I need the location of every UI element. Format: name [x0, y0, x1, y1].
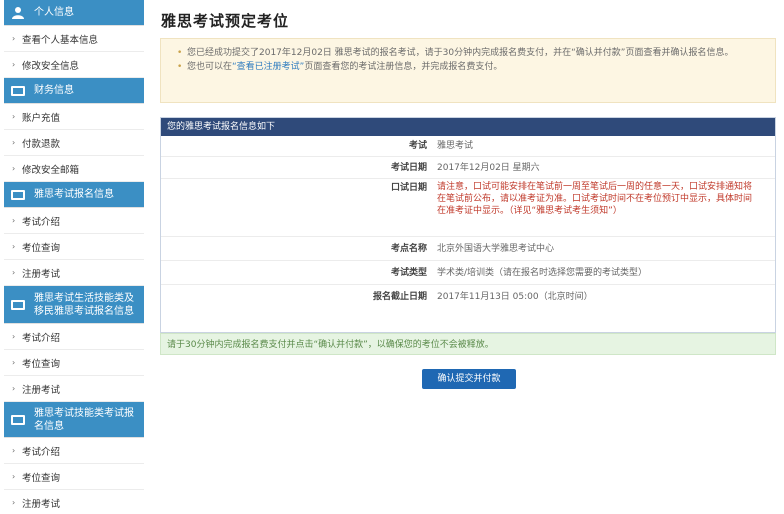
sidebar-section-skills-registration[interactable]: 雅思考试技能类考试报名信息: [4, 402, 144, 438]
section-title: 个人信息: [34, 7, 74, 18]
bullet-icon: ›: [12, 112, 16, 121]
sidebar-item-seat-query[interactable]: › 考位查询: [4, 464, 144, 490]
sidebar-item-view-personal-info[interactable]: › 查看个人基本信息: [4, 26, 144, 52]
sidebar-item-modify-security[interactable]: › 修改安全信息: [4, 52, 144, 78]
bullet-icon: ›: [12, 242, 16, 251]
info-row-test-center: 考点名称 北京外国语大学雅思考试中心: [161, 237, 775, 261]
bullet-icon: ›: [12, 164, 16, 173]
main-content: 雅思考试预定考位 您已经成功提交了2017年12月02日 雅思考试的报名考试，请…: [160, 0, 780, 514]
info-row-deadline: 报名截止日期 2017年11月13日 05:00（北京时间）: [372, 292, 593, 302]
bullet-icon: ›: [12, 446, 16, 455]
section-title: 雅思考试生活技能类及移民雅思考试报名信息: [34, 292, 134, 317]
bullet-icon: ›: [12, 472, 16, 481]
bullet-icon: ›: [12, 332, 16, 341]
info-row-speaking-date: 口试日期 请注意，口试可能安排在笔试前一周至笔试后一周的任意一天，口试安排通知将…: [161, 179, 775, 237]
registration-info-panel: 您的雅思考试报名信息如下 考试 雅思考试 考试日期 2017年12月02日 星期…: [160, 117, 776, 333]
sidebar-item-modify-email[interactable]: › 修改安全邮箱: [4, 156, 144, 182]
card-icon: [10, 413, 26, 427]
section-title: 雅思考试报名信息: [34, 189, 114, 200]
bullet-icon: ›: [12, 358, 16, 367]
card-icon: [10, 84, 26, 98]
confirm-and-pay-button[interactable]: 确认提交并付款: [422, 369, 516, 389]
sidebar-section-life-skills-registration[interactable]: 雅思考试生活技能类及移民雅思考试报名信息: [4, 286, 144, 324]
sidebar-item-seat-query[interactable]: › 考位查询: [4, 350, 144, 376]
bullet-icon: ›: [12, 34, 16, 43]
sidebar-item-recharge[interactable]: › 账户充值: [4, 104, 144, 130]
info-row-exam-type: 考试类型 学术类/培训类（请在报名时选择您需要的考试类型）: [161, 261, 775, 285]
user-icon: [10, 6, 26, 20]
sidebar-item-exam-intro[interactable]: › 考试介绍: [4, 324, 144, 350]
sidebar-section-finance[interactable]: 财务信息: [4, 78, 144, 104]
sidebar-item-refund[interactable]: › 付款退款: [4, 130, 144, 156]
view-registered-exams-link[interactable]: “查看已注册考试”: [232, 62, 304, 72]
sidebar-item-register-exam[interactable]: › 注册考试: [4, 376, 144, 402]
sidebar-item-exam-intro[interactable]: › 考试介绍: [4, 208, 144, 234]
page-title: 雅思考试预定考位: [161, 12, 290, 30]
panel-heading: 您的雅思考试报名信息如下: [161, 118, 775, 136]
bullet-icon: ›: [12, 60, 16, 69]
sidebar-item-seat-query[interactable]: › 考位查询: [4, 234, 144, 260]
sidebar: 个人信息 › 查看个人基本信息 › 修改安全信息 财务信息 › 账户充值 › 付款退款 …: [4, 0, 144, 514]
sidebar-section-personal-info[interactable]: 个人信息: [4, 0, 144, 26]
info-row-exam: 考试 雅思考试: [161, 136, 775, 157]
sidebar-item-exam-intro[interactable]: › 考试介绍: [4, 438, 144, 464]
sidebar-section-ielts-registration[interactable]: 雅思考试报名信息: [4, 182, 144, 208]
section-title: 雅思考试技能类考试报名信息: [34, 407, 134, 432]
bullet-icon: ›: [12, 268, 16, 277]
notice-line: 您也可以在“查看已注册考试”页面查看您的考试注册信息，并完成报名费支付。: [177, 60, 763, 74]
sidebar-item-register-exam[interactable]: › 注册考试: [4, 260, 144, 286]
card-icon: [10, 298, 26, 312]
bullet-icon: ›: [12, 138, 16, 147]
success-message: 请于30分钟内完成报名费支付并点击“确认并付款”，以确保您的考位不会被释放。: [160, 333, 776, 355]
bullet-icon: ›: [12, 498, 16, 507]
card-icon: [10, 188, 26, 202]
bullet-icon: ›: [12, 384, 16, 393]
section-title: 财务信息: [34, 85, 74, 96]
notice-line: 您已经成功提交了2017年12月02日 雅思考试的报名考试，请于30分钟内完成报…: [177, 46, 763, 60]
notice-box: 您已经成功提交了2017年12月02日 雅思考试的报名考试，请于30分钟内完成报…: [160, 38, 776, 103]
info-row-exam-date: 考试日期 2017年12月02日 星期六: [161, 157, 775, 179]
sidebar-item-register-exam[interactable]: › 注册考试: [4, 490, 144, 514]
bullet-icon: ›: [12, 216, 16, 225]
